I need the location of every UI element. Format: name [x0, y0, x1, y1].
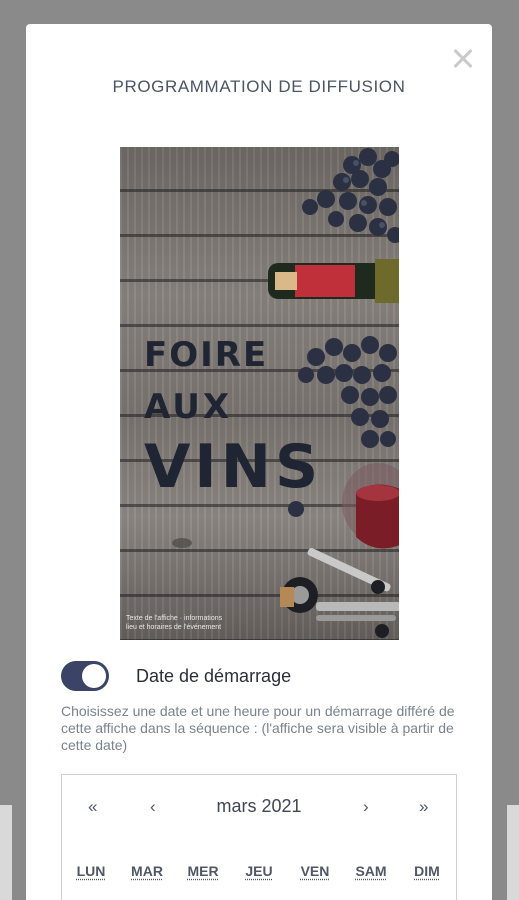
poster-title-line3: VINS [144, 432, 322, 502]
start-date-toggle[interactable] [61, 661, 109, 691]
next-month-button[interactable]: › [363, 797, 369, 817]
weekday-header: MAR [127, 863, 167, 879]
schedule-modal: PROGRAMMATION DE DIFFUSION FOIRE AUX VIN… [26, 24, 492, 900]
date-picker: « ‹ mars 2021 › » LUN MAR MER JEU VEN SA… [61, 774, 457, 900]
poster-preview: FOIRE AUX VINS Texte de l'affiche · info… [120, 147, 399, 640]
poster-small-text: Texte de l'affiche · informations [126, 615, 222, 622]
weekday-header: SAM [351, 863, 391, 879]
poster-title-line2: AUX [144, 387, 232, 427]
modal-title: PROGRAMMATION DE DIFFUSION [26, 77, 492, 97]
corkscrew [280, 547, 399, 638]
toggle-knob [82, 664, 106, 688]
weekday-header: MER [183, 863, 223, 879]
wine-bottle [268, 259, 399, 303]
backdrop[interactable] [507, 805, 519, 900]
backdrop[interactable] [0, 805, 12, 900]
weekday-header: VEN [295, 863, 335, 879]
grapes-top [302, 148, 399, 243]
calendar-month-label[interactable]: mars 2021 [62, 796, 456, 817]
poster-small-text: lieu et horaires de l'événement [126, 624, 221, 631]
next-year-button[interactable]: » [419, 797, 428, 817]
weekday-header: LUN [71, 863, 111, 879]
start-date-label: Date de démarrage [136, 666, 291, 687]
start-date-help: Choisissez une date et une heure pour un… [61, 703, 456, 754]
close-icon[interactable] [448, 44, 478, 74]
poster-title-line1: FOIRE [144, 335, 268, 375]
weekday-header: DIM [407, 863, 447, 879]
wine-glass [342, 463, 399, 548]
weekday-header: JEU [239, 863, 279, 879]
